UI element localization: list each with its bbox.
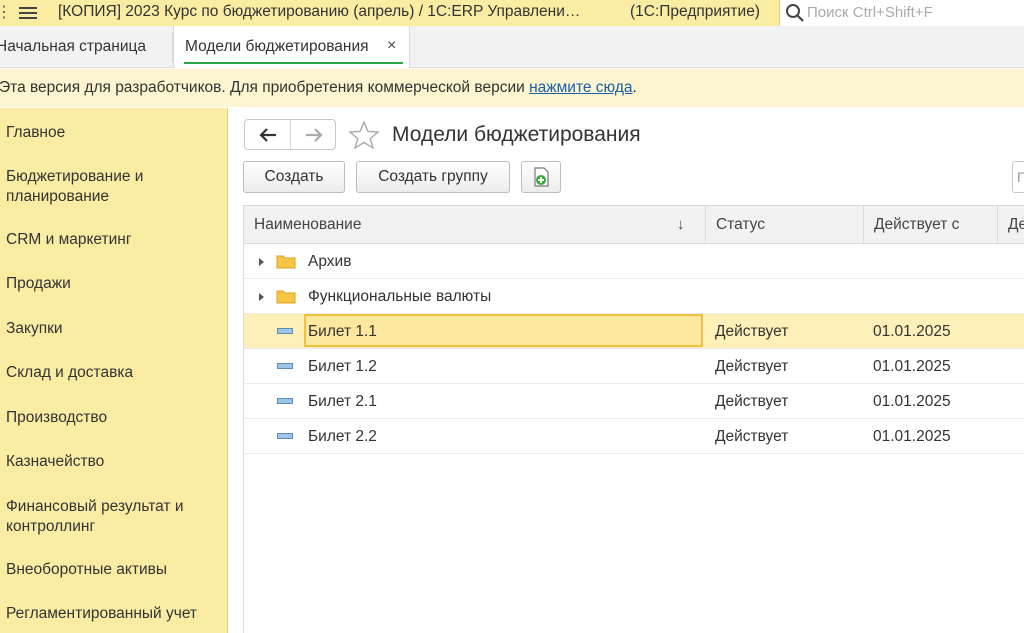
sections-sidebar: Главное Бюджетирование и планирование CR… — [0, 108, 228, 633]
column-name-label: Наименование — [254, 216, 362, 233]
table-row[interactable]: Билет 1.2 Действует 01.01.2025 — [244, 349, 1024, 384]
add-document-icon — [534, 167, 549, 187]
title-bar: ⋮ [КОПИЯ] 2023 Курс по бюджетированию (а… — [0, 0, 1024, 26]
folder-icon — [276, 290, 296, 304]
row-name: Билет 2.2 — [308, 428, 377, 445]
column-header-status[interactable]: Статус — [705, 206, 863, 244]
history-navigation — [244, 119, 336, 150]
search-icon — [786, 4, 804, 22]
tab-budget-models[interactable]: Модели бюджетирования × — [173, 26, 410, 68]
folder-icon — [276, 255, 296, 269]
element-icon — [277, 328, 293, 334]
sidebar-item-budgeting[interactable]: Бюджетирование и планирование — [6, 167, 216, 207]
row-effective-date: 01.01.2025 — [873, 358, 951, 375]
row-effective-date: 01.01.2025 — [873, 393, 951, 410]
tab-budget-models-label: Модели бюджетирования — [185, 38, 369, 55]
notice-end: . — [632, 79, 637, 96]
notice-link[interactable]: нажмите сюда — [529, 79, 632, 96]
tab-scroll-left-icon[interactable]: ⋮ — [0, 2, 12, 22]
sidebar-item-crm[interactable]: CRM и маркетинг — [6, 230, 216, 250]
arrow-left-icon — [259, 128, 276, 142]
column-header-effective-date[interactable]: Действует с — [863, 206, 997, 244]
list-search-placeholder: П — [1017, 169, 1024, 185]
sidebar-item-purchases[interactable]: Закупки — [6, 319, 216, 339]
row-status: Действует — [715, 428, 789, 445]
main-content: Модели бюджетирования Создать Создать гр… — [228, 108, 1024, 633]
row-name: Архив — [308, 253, 352, 270]
sidebar-item-financial-result[interactable]: Финансовый результат и контроллинг — [6, 497, 216, 537]
row-effective-date: 01.01.2025 — [873, 428, 951, 445]
table-row[interactable]: Билет 2.1 Действует 01.01.2025 — [244, 384, 1024, 419]
row-name: Билет 1.1 — [308, 323, 377, 340]
notice-text: Эта версия для разработчиков. Для приобр… — [0, 79, 530, 96]
sidebar-item-production[interactable]: Производство — [6, 408, 216, 428]
tab-home-label: Начальная страница — [0, 38, 146, 55]
row-status: Действует — [715, 358, 789, 375]
row-name: Билет 2.1 — [308, 393, 377, 410]
table-row-selected[interactable]: Билет 1.1 Действует 01.01.2025 — [244, 314, 1024, 349]
sort-descending-icon: ↓ — [677, 216, 685, 233]
main-menu-icon[interactable] — [19, 4, 37, 20]
global-search[interactable] — [779, 0, 1024, 26]
forward-button[interactable] — [289, 120, 335, 149]
sidebar-item-treasury[interactable]: Казначейство — [6, 452, 216, 472]
back-button[interactable] — [245, 120, 290, 149]
favorite-star-icon[interactable] — [348, 120, 380, 150]
row-name: Функциональные валюты — [308, 288, 492, 305]
tabs-bar: Начальная страница Модели бюджетирования… — [0, 26, 1024, 68]
app-name: (1С:Предприятие) — [630, 3, 760, 20]
sidebar-item-warehouse[interactable]: Склад и доставка — [6, 363, 216, 383]
list-search-field[interactable]: П — [1012, 161, 1024, 193]
developer-notice: Эта версия для разработчиков. Для приобр… — [0, 69, 1024, 107]
arrow-right-icon — [305, 128, 323, 142]
create-group-button[interactable]: Создать группу — [356, 161, 510, 193]
expand-arrow-icon[interactable] — [259, 293, 264, 301]
active-tab-indicator — [184, 62, 403, 64]
search-input[interactable] — [807, 2, 1017, 22]
element-icon — [277, 363, 293, 369]
table-row[interactable]: Билет 2.2 Действует 01.01.2025 — [244, 419, 1024, 454]
column-header-cut[interactable]: Де — [997, 206, 1024, 244]
tab-home[interactable]: Начальная страница — [0, 26, 146, 68]
create-button[interactable]: Создать — [243, 161, 345, 193]
sidebar-item-regulated-accounting[interactable]: Регламентированный учет — [6, 604, 216, 624]
table-row[interactable]: Функциональные валюты — [244, 279, 1024, 314]
close-icon[interactable]: × — [387, 37, 396, 55]
element-icon — [277, 398, 293, 404]
sidebar-item-fixed-assets[interactable]: Внеоборотные активы — [6, 560, 216, 580]
expand-arrow-icon[interactable] — [259, 258, 264, 266]
create-by-copy-button[interactable] — [521, 161, 561, 193]
row-name: Билет 1.2 — [308, 358, 377, 375]
row-status: Действует — [715, 393, 789, 410]
column-header-name[interactable]: Наименование ↓ — [244, 206, 705, 244]
sidebar-item-main[interactable]: Главное — [6, 123, 216, 143]
page-title: Модели бюджетирования — [392, 123, 641, 146]
table-row[interactable]: Архив — [244, 244, 1024, 279]
table-header: Наименование ↓ Статус Действует с Де — [244, 206, 1024, 244]
window-title: [КОПИЯ] 2023 Курс по бюджетированию (апр… — [58, 3, 581, 20]
row-effective-date: 01.01.2025 — [873, 323, 951, 340]
element-icon — [277, 433, 293, 439]
budget-models-table: Наименование ↓ Статус Действует с Де Арх… — [243, 205, 1024, 633]
sidebar-item-sales[interactable]: Продажи — [6, 274, 216, 294]
row-status: Действует — [715, 323, 789, 340]
